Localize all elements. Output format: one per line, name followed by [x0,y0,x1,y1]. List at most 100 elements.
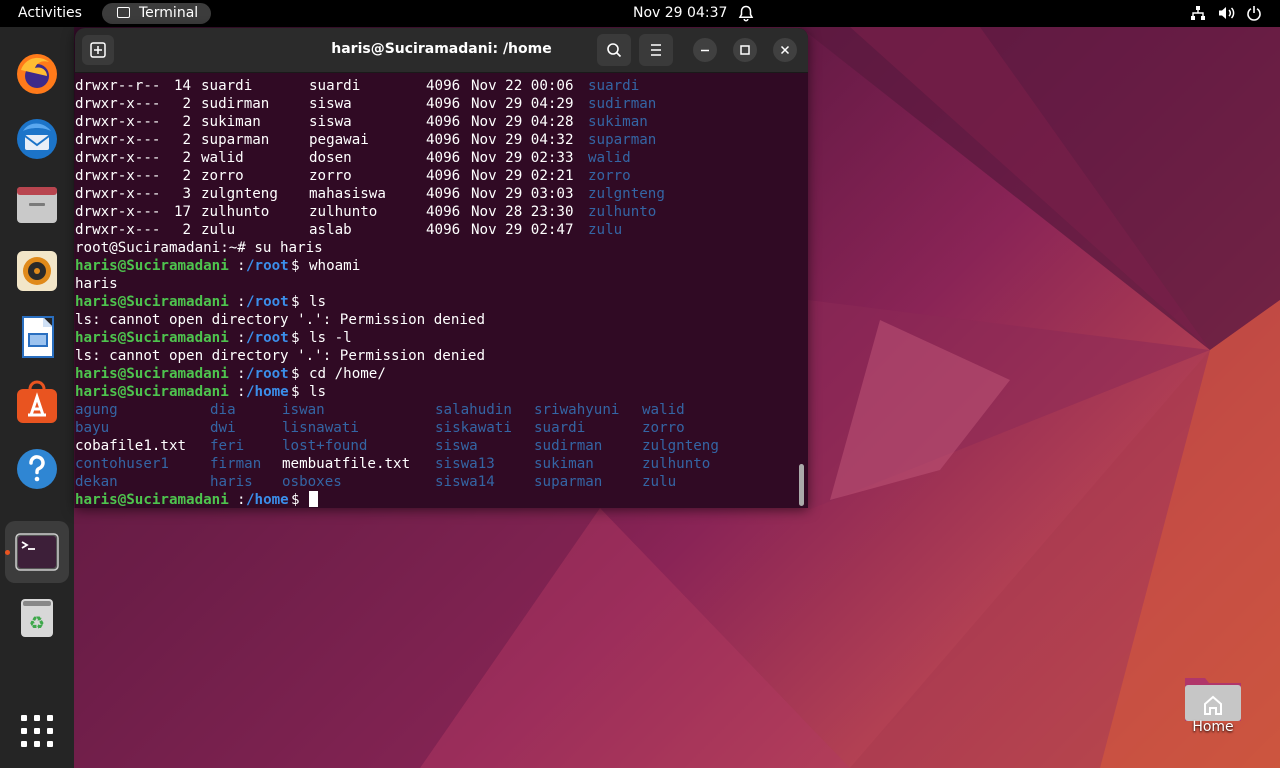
network-icon[interactable] [1190,5,1206,21]
directory-name: sukiman [588,114,648,130]
permissions: drwxr-x--- [75,186,161,202]
size: 4096 [426,96,461,112]
permissions: drwxr-x--- [75,168,161,184]
terminal-icon [117,7,130,18]
permissions: drwxr-x--- [75,204,161,220]
size: 4096 [426,204,461,220]
command: cd /home/ [309,366,386,382]
prompt-colon: : [237,294,246,310]
owner: sukiman [201,114,261,130]
link-count: 2 [174,222,192,238]
hamburger-icon [651,44,661,56]
minimize-button[interactable] [693,38,717,62]
directory-name: zulgnteng [588,186,665,202]
prompt-colon: : [237,330,246,346]
prompt-colon: : [237,258,246,274]
permissions: drwxr-x--- [75,132,161,148]
group: pegawai [309,132,369,148]
scrollbar[interactable] [799,464,804,506]
directory-name: zulhunto [588,204,657,220]
prompt-colon: : [237,492,246,508]
firefox-icon[interactable] [13,50,61,98]
directory-name: zorro [642,420,685,436]
group: dosen [309,150,352,166]
prompt-user-host: haris@Suciramadani [75,258,229,274]
files-icon[interactable] [13,181,61,229]
owner: walid [201,150,244,166]
close-icon [780,45,790,55]
permissions: drwxr-x--- [75,222,161,238]
output-text: root@Suciramadani:~# su haris [75,240,323,256]
group: siswa [309,96,352,112]
writer-icon[interactable] [13,313,61,361]
directory-name: agung [75,402,118,418]
owner: zorro [201,168,244,184]
svg-text:♻: ♻ [29,613,45,634]
directory-name: sriwahyuni [534,402,620,418]
group: zorro [309,168,352,184]
modified-date: Nov 29 02:47 [471,222,574,238]
permissions: drwxr-x--- [75,114,161,130]
close-button[interactable] [773,38,797,62]
maximize-button[interactable] [733,38,757,62]
directory-name: firman [210,456,262,472]
directory-name: dekan [75,474,118,490]
directory-name: zulgnteng [642,438,719,454]
directory-name: sukiman [534,456,594,472]
directory-name: feri [210,438,245,454]
trash-icon[interactable]: ♻ [13,593,61,641]
terminal-window[interactable]: haris@Suciramadani: /home drwxr--r-- 14 su… [75,28,808,508]
activities-button[interactable]: Activities [18,5,82,21]
output-text: haris [75,276,118,292]
directory-name: siswa [435,438,478,454]
size: 4096 [426,132,461,148]
output-text: ls: cannot open directory '.': Permissio… [75,348,485,364]
group: aslab [309,222,352,238]
home-folder-label[interactable]: Home [1178,719,1248,735]
bell-icon[interactable] [738,5,754,22]
group: mahasiswa [309,186,386,202]
directory-name: salahudin [435,402,512,418]
directory-name: siswa13 [435,456,495,472]
link-count: 2 [174,114,192,130]
link-count: 3 [174,186,192,202]
dock: ♻ [0,27,74,768]
minimize-icon [701,49,709,52]
prompt-dollar: $ [291,258,300,274]
directory-name: sudirman [534,438,603,454]
help-icon[interactable] [13,445,61,493]
prompt-cwd: /root [246,330,289,346]
app-menu-label: Terminal [139,5,199,21]
thunderbird-icon[interactable] [13,115,61,163]
owner: zulgnteng [201,186,278,202]
directory-name: siskawati [435,420,512,436]
file-name: membuatfile.txt [282,456,411,472]
search-button[interactable] [597,34,631,66]
prompt-cwd: /root [246,366,289,382]
menu-button[interactable] [639,34,673,66]
modified-date: Nov 28 23:30 [471,204,574,220]
rhythmbox-icon[interactable] [13,247,61,295]
prompt-user-host: haris@Suciramadani [75,366,229,382]
text-cursor [309,491,318,508]
volume-icon[interactable] [1218,5,1236,21]
terminal-output[interactable]: drwxr--r-- 14 suardi suardi 4096 Nov 22 00:06… [75,73,808,508]
terminal-icon[interactable] [13,528,61,576]
modified-date: Nov 29 04:32 [471,132,574,148]
terminal-headerbar[interactable]: haris@Suciramadani: /home [75,28,808,73]
software-icon[interactable] [13,379,61,427]
directory-name: walid [642,402,685,418]
permissions: drwxr-x--- [75,96,161,112]
command: ls [309,294,327,310]
output-text: ls: cannot open directory '.': Permissio… [75,312,485,328]
app-menu-button[interactable]: Terminal [102,3,211,24]
prompt-cwd: /home [246,384,289,400]
link-count: 2 [174,150,192,166]
clock[interactable]: Nov 29 04:37 [633,5,727,21]
prompt-user-host: haris@Suciramadani [75,384,229,400]
power-icon[interactable] [1246,5,1262,21]
directory-name: lost+found [282,438,368,454]
owner: suparman [201,132,270,148]
top-bar: Activities Terminal Nov 29 04:37 [0,0,1280,27]
app-grid-icon[interactable] [13,707,61,755]
